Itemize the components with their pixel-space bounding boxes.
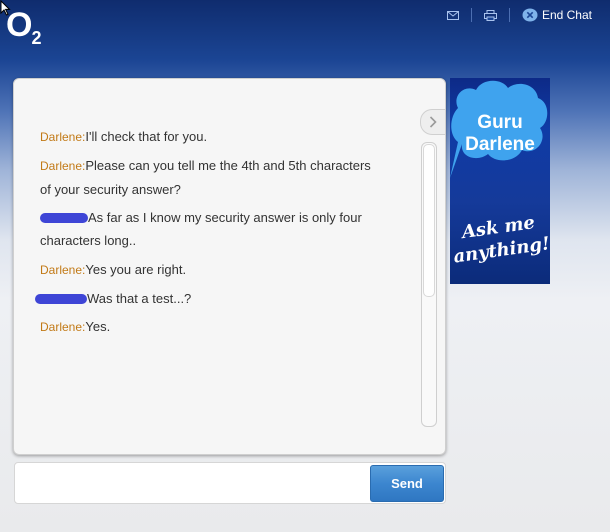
logo-main: O: [6, 6, 32, 44]
message-text: Yes you are right.: [85, 262, 187, 277]
toolbar-divider: [470, 8, 472, 22]
message-input[interactable]: [16, 465, 366, 501]
collapse-panel-button[interactable]: [420, 109, 445, 135]
message-text: Please can you tell me the 4th and 5th c…: [85, 158, 371, 173]
email-transcript-button[interactable]: [441, 6, 465, 24]
message-text: I'll check that for you.: [85, 129, 208, 144]
end-chat-label: End Chat: [541, 8, 592, 22]
message-text: As far as I know my security answer is o…: [88, 210, 362, 225]
message-sender: Darlene:: [40, 320, 86, 334]
print-icon: [483, 9, 497, 21]
chat-message: Darlene:Please can you tell me the 4th a…: [40, 154, 415, 201]
email-icon: [446, 10, 459, 20]
banner-title-line2: Darlene: [465, 134, 535, 155]
banner-title-line1: Guru: [477, 112, 523, 133]
transcript-scrollbar[interactable]: [421, 142, 437, 427]
chat-message: Darlene:Yes you are right.: [40, 258, 415, 282]
scrollbar-thumb[interactable]: [423, 144, 435, 297]
banner-tagline: Ask me anything!: [450, 209, 550, 268]
redacted-sender: [35, 293, 87, 304]
chevron-right-icon: [429, 116, 437, 128]
o2-logo: O2: [6, 6, 41, 48]
message-text-continued: of your security answer?: [40, 182, 181, 197]
chat-message: Was that a test...?: [35, 287, 410, 310]
guru-darlene-banner[interactable]: Guru Darlene Ask me anything!: [450, 78, 550, 284]
banner-title: Guru Darlene: [450, 112, 550, 156]
chat-toolbar: End Chat: [441, 6, 598, 24]
print-transcript-button[interactable]: [478, 6, 503, 24]
close-circle-icon: [522, 8, 538, 22]
message-sender: Darlene:: [40, 263, 86, 277]
chat-message: Darlene:I'll check that for you.: [40, 125, 415, 149]
message-text-continued: characters long..: [40, 233, 137, 248]
send-button[interactable]: Send: [370, 465, 444, 502]
chat-message: As far as I know my security answer is o…: [40, 206, 415, 252]
message-sender: Darlene:: [40, 130, 86, 144]
message-text: Yes.: [85, 319, 111, 334]
end-chat-button[interactable]: End Chat: [516, 6, 598, 24]
logo-sub: 2: [31, 28, 41, 48]
redacted-sender: [40, 212, 88, 223]
toolbar-divider: [508, 8, 510, 22]
chat-message: Darlene:Yes.: [40, 315, 415, 339]
message-text: Was that a test...?: [87, 291, 192, 306]
message-sender: Darlene:: [40, 159, 86, 173]
